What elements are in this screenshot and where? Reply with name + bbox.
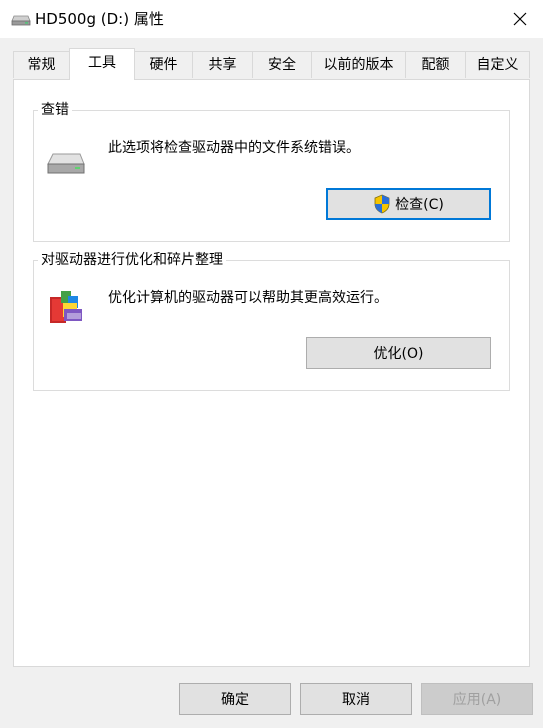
cancel-button[interactable]: 取消 [300,683,412,715]
apply-button-label: 应用(A) [452,692,502,708]
window-title: HD500g (D:) 属性 [35,10,164,28]
tab-sharing[interactable]: 共享 [192,51,253,78]
optimize-title: 对驱动器进行优化和碎片整理 [38,250,226,270]
shield-icon [374,194,390,214]
defrag-icon [50,291,82,323]
tab-previous-versions[interactable]: 以前的版本 [311,51,406,78]
close-button[interactable] [497,0,543,38]
tab-general[interactable]: 常规 [13,51,70,78]
tab-strip: 常规 工具 硬件 共享 安全 以前的版本 配额 自定义 [0,48,543,80]
check-button[interactable]: 检查(C) [326,188,491,220]
tab-customize[interactable]: 自定义 [465,51,530,78]
tab-quota[interactable]: 配额 [405,51,466,78]
optimize-description: 优化计算机的驱动器可以帮助其更高效运行。 [108,290,388,306]
tab-security[interactable]: 安全 [252,51,312,78]
ok-button[interactable]: 确定 [179,683,291,715]
drive-icon [11,15,31,26]
tools-panel: 查错 此选项将检查驱动器中的文件系统错误。 检查(C) 对驱动器进行优化和碎片整… [13,79,530,667]
error-check-title: 查错 [38,100,72,120]
optimize-button-label: 优化(O) [373,346,424,362]
apply-button[interactable]: 应用(A) [421,683,533,715]
drive-icon [47,153,85,174]
cancel-button-label: 取消 [342,692,370,708]
close-icon [513,12,527,26]
title-bar: HD500g (D:) 属性 [0,0,543,38]
tab-hardware[interactable]: 硬件 [134,51,193,78]
tab-tools[interactable]: 工具 [69,48,135,80]
error-check-description: 此选项将检查驱动器中的文件系统错误。 [108,140,360,156]
optimize-button[interactable]: 优化(O) [306,337,491,369]
check-button-label: 检查(C) [395,197,444,213]
optimize-group: 对驱动器进行优化和碎片整理 优化计算机的驱动器可以帮助其更高效运行。 优化(O) [33,250,510,391]
error-check-group: 查错 此选项将检查驱动器中的文件系统错误。 检查(C) [33,100,510,242]
ok-button-label: 确定 [221,692,249,708]
